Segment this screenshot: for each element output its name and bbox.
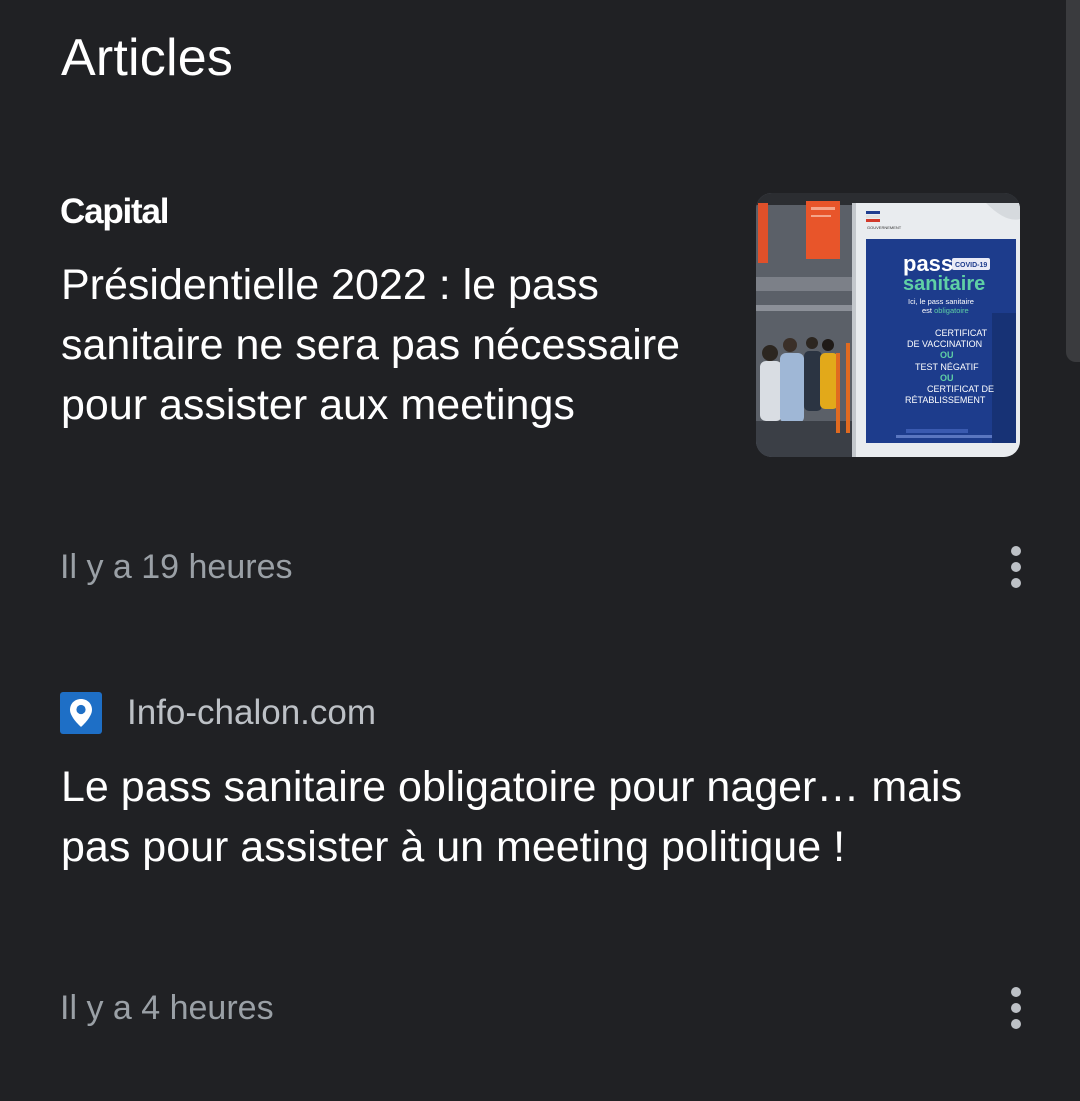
article-card[interactable]: Capital Présidentielle 2022 : le pass sa…	[0, 0, 1060, 640]
more-vert-icon-dot	[1011, 578, 1021, 588]
more-vert-icon-dot	[1011, 562, 1021, 572]
svg-text:RÉTABLISSEMENT: RÉTABLISSEMENT	[905, 395, 986, 405]
map-pin-icon	[60, 692, 102, 734]
article-time: Il y a 19 heures	[60, 548, 293, 586]
svg-text:DE VACCINATION: DE VACCINATION	[907, 339, 982, 349]
scrollbar[interactable]	[1066, 0, 1080, 362]
svg-text:OU: OU	[940, 350, 954, 360]
source-name: Info-chalon.com	[127, 693, 377, 732]
article-headline[interactable]: Présidentielle 2022 : le pass sanitaire …	[61, 255, 721, 435]
article-thumbnail[interactable]: GOUVERNEMENT pass COVID-19 sanitaire Ici…	[756, 193, 1020, 457]
svg-text:Ici, le pass sanitaire: Ici, le pass sanitaire	[908, 297, 974, 306]
thumbnail-image: GOUVERNEMENT pass COVID-19 sanitaire Ici…	[756, 193, 1020, 457]
svg-text:sanitaire: sanitaire	[903, 273, 985, 295]
svg-text:CERTIFICAT: CERTIFICAT	[935, 328, 988, 338]
article-time: Il y a 4 heures	[60, 989, 274, 1027]
more-vert-icon-dot	[1011, 1003, 1021, 1013]
svg-text:est obligatoire: est obligatoire	[922, 306, 969, 315]
source-logo: Capital	[60, 192, 170, 231]
svg-text:CERTIFICAT DE: CERTIFICAT DE	[927, 384, 994, 394]
more-vert-icon	[1011, 987, 1021, 997]
svg-text:COVID-19: COVID-19	[955, 262, 987, 269]
article-source: Info-chalon.com	[60, 692, 376, 734]
more-vert-icon-dot	[1011, 1019, 1021, 1029]
article-headline[interactable]: Le pass sanitaire obligatoire pour nager…	[61, 757, 1021, 877]
svg-text:OU: OU	[940, 373, 954, 383]
svg-text:TEST NÉGATIF: TEST NÉGATIF	[915, 362, 979, 372]
more-options-button[interactable]	[998, 983, 1034, 1033]
more-vert-icon	[1011, 546, 1021, 556]
svg-text:GOUVERNEMENT: GOUVERNEMENT	[867, 225, 902, 230]
more-options-button[interactable]	[998, 542, 1034, 592]
